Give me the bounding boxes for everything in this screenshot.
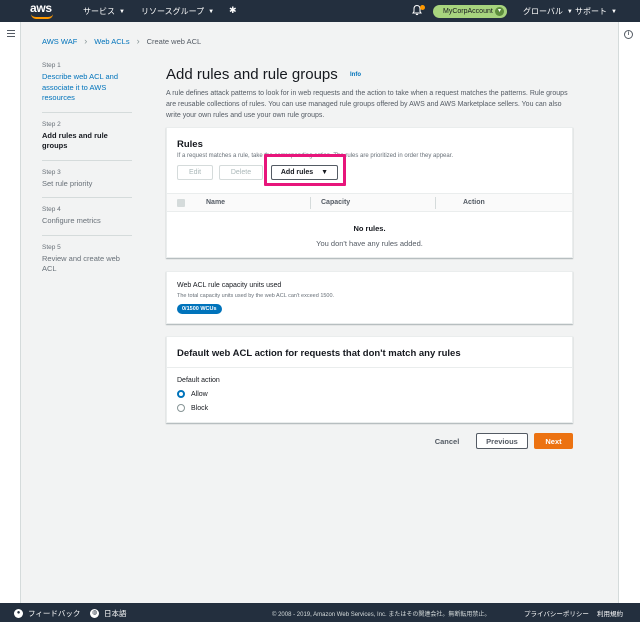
column-divider bbox=[310, 197, 311, 209]
breadcrumb-aws-waf[interactable]: AWS WAF bbox=[42, 37, 77, 46]
services-label: サービス bbox=[83, 7, 115, 16]
step-3: Step 3 Set rule priority bbox=[42, 168, 132, 198]
capacity-badge: 0/1500 WCUs bbox=[177, 304, 222, 314]
breadcrumb-web-acls[interactable]: Web ACLs bbox=[94, 37, 129, 46]
top-navigation: aws サービス ▼ リソースグループ ▼ ✱ MyCorpAccount ▾ グロ… bbox=[0, 0, 640, 22]
page-title: Add rules and rule groups bbox=[166, 66, 338, 83]
chevron-down-icon: ▾ bbox=[495, 7, 504, 16]
block-radio[interactable] bbox=[177, 404, 185, 412]
copyright-text: © 2008 - 2019, Amazon Web Services, Inc.… bbox=[272, 612, 491, 618]
step-4: Step 4 Configure metrics bbox=[42, 206, 132, 236]
step-5: Step 5 Review and create web ACL bbox=[42, 244, 132, 283]
block-option[interactable]: Block bbox=[177, 404, 208, 412]
block-label: Block bbox=[191, 404, 209, 412]
feedback-link[interactable]: ● フィードバック bbox=[14, 608, 80, 619]
account-name: MyCorpAccount bbox=[443, 8, 493, 15]
chevron-right-icon: › bbox=[84, 36, 88, 46]
services-menu[interactable]: サービス ▼ bbox=[83, 6, 125, 17]
next-button[interactable]: Next bbox=[534, 433, 573, 449]
delete-button[interactable]: Delete bbox=[219, 165, 263, 180]
step-title: Review and create web ACL bbox=[42, 253, 120, 274]
page-description: A rule defines attack patterns to look f… bbox=[166, 90, 568, 119]
terms-link[interactable]: 利用規約 bbox=[597, 608, 623, 618]
support-label: サポート bbox=[575, 7, 607, 16]
edit-button[interactable]: Edit bbox=[177, 165, 213, 180]
highlight-box bbox=[264, 154, 346, 186]
step-title-current: Add rules and rule groups bbox=[42, 130, 108, 151]
region-label: グローバル bbox=[523, 7, 563, 16]
rules-panel: Rules If a request matches a rule, take … bbox=[166, 127, 573, 258]
allow-label: Allow bbox=[191, 390, 208, 398]
empty-state-title: No rules. bbox=[353, 224, 386, 233]
select-all-checkbox[interactable] bbox=[177, 199, 185, 207]
wizard-steps: Step 1 Describe web ACL and associate it… bbox=[42, 62, 132, 291]
capacity-description: The total capacity units used by the web… bbox=[177, 293, 335, 299]
language-selector[interactable]: ◍ 日本語 bbox=[90, 608, 127, 619]
default-action-panel: Default web ACL action for requests that… bbox=[166, 336, 573, 423]
chevron-down-icon: ▼ bbox=[119, 9, 125, 15]
notification-dot bbox=[420, 5, 425, 10]
allow-option[interactable]: Allow bbox=[177, 390, 208, 398]
previous-button[interactable]: Previous bbox=[476, 433, 528, 449]
step-number: Step 3 bbox=[42, 168, 61, 176]
divider bbox=[167, 367, 572, 368]
account-menu[interactable]: MyCorpAccount ▾ bbox=[433, 5, 507, 18]
right-rail: i bbox=[618, 22, 640, 603]
rules-table-header: Name Capacity Action bbox=[167, 193, 572, 212]
capacity-title: Web ACL rule capacity units used bbox=[177, 282, 282, 289]
chevron-down-icon: ▼ bbox=[566, 9, 573, 15]
column-capacity[interactable]: Capacity bbox=[321, 199, 350, 206]
cancel-button[interactable]: Cancel bbox=[428, 433, 466, 449]
column-divider bbox=[435, 197, 436, 209]
capacity-panel: Web ACL rule capacity units used The tot… bbox=[166, 271, 573, 324]
chat-bubble-icon: ● bbox=[14, 609, 23, 618]
bottom-bar: ● フィードバック ◍ 日本語 © 2008 - 2019, Amazon We… bbox=[0, 603, 640, 622]
breadcrumb-current: Create web ACL bbox=[146, 36, 202, 46]
column-name[interactable]: Name bbox=[206, 199, 225, 206]
globe-icon: ◍ bbox=[90, 609, 99, 618]
breadcrumb: AWS WAF › Web ACLs › Create web ACL bbox=[42, 36, 201, 46]
step-title: Set rule priority bbox=[42, 178, 93, 188]
column-action[interactable]: Action bbox=[463, 199, 485, 206]
privacy-link[interactable]: プライバシーポリシー bbox=[524, 608, 589, 618]
empty-state-message: You don't have any rules added. bbox=[316, 239, 423, 248]
default-action-title: Default web ACL action for requests that… bbox=[177, 348, 461, 359]
default-action-label: Default action bbox=[177, 377, 220, 384]
chevron-right-icon: › bbox=[136, 36, 140, 46]
resource-groups-label: リソースグループ bbox=[141, 7, 205, 16]
pin-icon[interactable]: ✱ bbox=[229, 5, 239, 15]
allow-radio[interactable] bbox=[177, 390, 185, 398]
info-link[interactable]: Info bbox=[350, 72, 361, 78]
step-title: Configure metrics bbox=[42, 216, 101, 225]
step-number: Step 5 bbox=[42, 243, 61, 251]
region-menu[interactable]: グローバル ▼ bbox=[523, 6, 573, 17]
language-label: 日本語 bbox=[104, 609, 127, 618]
step-number: Step 2 bbox=[42, 120, 61, 128]
step-number: Step 1 bbox=[42, 62, 61, 69]
step-number: Step 4 bbox=[42, 206, 61, 213]
step-title-link[interactable]: Describe web ACL and associate it to AWS… bbox=[42, 72, 132, 104]
step-2: Step 2 Add rules and rule groups bbox=[42, 121, 132, 161]
resource-groups-menu[interactable]: リソースグループ ▼ bbox=[141, 6, 214, 17]
step-1: Step 1 Describe web ACL and associate it… bbox=[42, 62, 132, 113]
info-icon[interactable]: i bbox=[624, 30, 633, 39]
aws-logo[interactable]: aws bbox=[30, 2, 58, 20]
feedback-label: フィードバック bbox=[28, 609, 81, 618]
chevron-down-icon: ▼ bbox=[611, 9, 617, 15]
menu-icon[interactable] bbox=[7, 30, 15, 37]
chevron-down-icon: ▼ bbox=[208, 9, 215, 15]
support-menu[interactable]: サポート ▼ bbox=[575, 6, 617, 17]
left-rail bbox=[0, 22, 21, 603]
rules-title: Rules bbox=[177, 139, 203, 150]
